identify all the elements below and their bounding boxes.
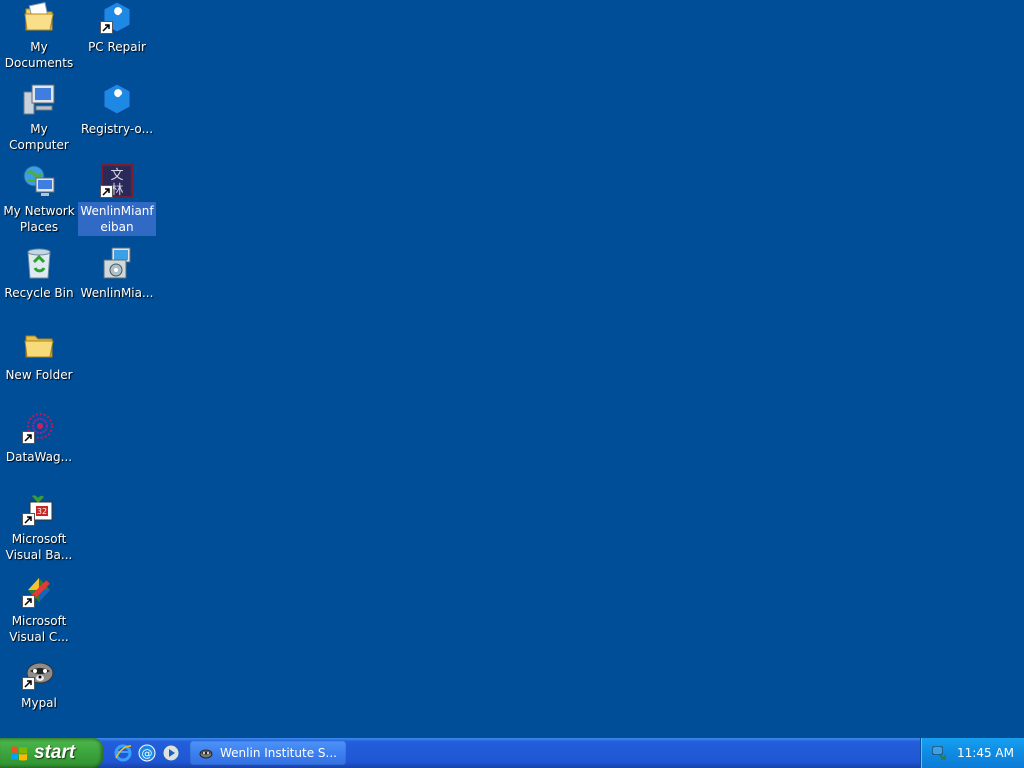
desktop-icon-label: My Computer [9, 122, 69, 152]
svg-text:文: 文 [110, 168, 123, 183]
desktop-icon-label: WenlinMianfeiban [78, 202, 156, 236]
wenlin-icon: 文 林 [100, 164, 134, 198]
internet-explorer-icon[interactable] [114, 744, 132, 762]
desktop-icon-label: My Documents [4, 40, 74, 70]
raccoon-icon [22, 656, 56, 690]
folder-documents-icon [22, 0, 56, 34]
taskbar: start @ Wenlin Institute S... 11:45 AM [0, 738, 1024, 768]
desktop-icon-label: DataWag... [5, 450, 73, 464]
media-player-icon[interactable] [162, 744, 180, 762]
shortcut-arrow-icon [100, 185, 113, 198]
desktop-icon-pc-repair[interactable]: PC Repair [78, 0, 156, 56]
system-tray: 11:45 AM [920, 738, 1024, 768]
desktop-icon-wenlin-installer[interactable]: WenlinMia... [78, 246, 156, 302]
quick-launch: @ [114, 744, 180, 762]
shortcut-arrow-icon [22, 595, 35, 608]
desktop-icon-label: Recycle Bin [4, 286, 74, 300]
shortcut-arrow-icon [22, 677, 35, 690]
taskbar-button-wenlin[interactable]: Wenlin Institute S... [190, 741, 346, 765]
desktop-icon-label: PC Repair [88, 40, 146, 54]
email-icon[interactable]: @ [138, 744, 156, 762]
network-tray-icon[interactable] [931, 745, 947, 761]
desktop-icon-recycle-bin[interactable]: Recycle Bin [0, 246, 78, 302]
clock[interactable]: 11:45 AM [957, 746, 1014, 760]
datawag-icon [22, 410, 56, 444]
start-button[interactable]: start [0, 738, 103, 768]
shortcut-arrow-icon [22, 513, 35, 526]
wrench-gear-icon [100, 82, 134, 116]
recycle-bin-icon [22, 246, 56, 280]
taskbar-button-label: Wenlin Institute S... [220, 746, 337, 760]
desktop-icon-label: WenlinMia... [80, 286, 154, 300]
desktop-icon-label: Registry-o... [80, 122, 154, 136]
installer-icon [100, 246, 134, 280]
svg-text:@: @ [142, 747, 153, 760]
desktop-icon-label: New Folder [5, 368, 73, 382]
desktop-icon-my-documents[interactable]: My Documents [0, 0, 78, 72]
shortcut-arrow-icon [22, 431, 35, 444]
shortcut-arrow-icon [100, 21, 113, 34]
desktop: My Documents My Computer My Network Plac… [0, 0, 1024, 738]
visual-c-icon [22, 574, 56, 608]
desktop-icon-registry[interactable]: Registry-o... [78, 82, 156, 138]
desktop-icon-mypal[interactable]: Mypal [0, 656, 78, 712]
desktop-icon-visual-c[interactable]: Microsoft Visual C... [0, 574, 78, 646]
desktop-icon-my-computer[interactable]: My Computer [0, 82, 78, 154]
desktop-icon-new-folder[interactable]: New Folder [0, 328, 78, 384]
network-globe-icon [22, 164, 56, 198]
desktop-icon-label: Microsoft Visual Ba... [5, 532, 73, 562]
svg-text:32: 32 [37, 507, 47, 516]
desktop-icon-label: Mypal [21, 696, 57, 710]
windows-flag-icon [11, 746, 27, 761]
wenlin-task-icon [199, 749, 213, 759]
desktop-icon-visual-basic[interactable]: 32 Microsoft Visual Ba... [0, 492, 78, 564]
wrench-gear-icon [100, 0, 134, 34]
desktop-icon-label: My Network Places [3, 204, 75, 234]
desktop-icon-my-network-places[interactable]: My Network Places [0, 164, 78, 236]
desktop-icon-datawag[interactable]: DataWag... [0, 410, 78, 466]
folder-icon [22, 328, 56, 362]
computer-icon [22, 82, 56, 116]
desktop-icon-wenlin-mianfeiban[interactable]: 文 林 WenlinMianfeiban [78, 164, 156, 236]
start-label: start [34, 742, 76, 763]
visual-basic-icon: 32 [22, 492, 56, 526]
desktop-icon-label: Microsoft Visual C... [9, 614, 69, 644]
